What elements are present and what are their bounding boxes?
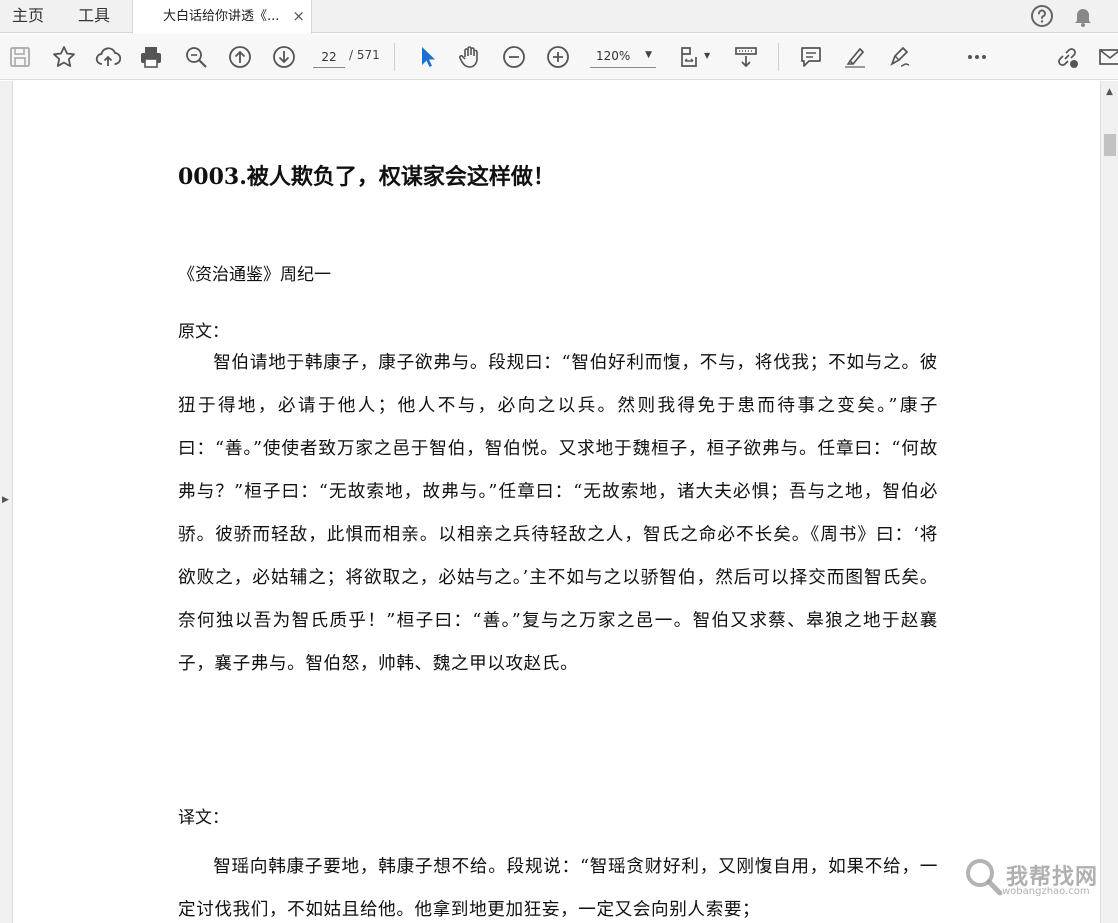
highlighter-icon[interactable] bbox=[842, 44, 868, 70]
document-tab-label: 大白话给你讲透《... bbox=[163, 9, 280, 24]
magnifier-icon[interactable] bbox=[183, 44, 209, 70]
share-link-icon[interactable] bbox=[1054, 44, 1080, 70]
tab-bar: 主页 工具 大白话给你讲透《... × bbox=[0, 0, 1118, 34]
star-icon[interactable] bbox=[51, 44, 77, 70]
chevron-down-icon: ▼ bbox=[645, 50, 652, 60]
more-icon[interactable] bbox=[964, 44, 990, 70]
close-tab-button[interactable]: × bbox=[292, 0, 305, 33]
toolbar-divider bbox=[394, 43, 395, 71]
comment-icon[interactable] bbox=[798, 44, 824, 70]
sign-icon[interactable] bbox=[886, 44, 912, 70]
bell-icon[interactable] bbox=[1071, 4, 1095, 28]
scroll-up-icon[interactable]: ▲ bbox=[1101, 87, 1118, 99]
translation-paragraph: 智瑶向韩康子要地，韩康子想不给。段规说：“智瑶贪财好利，又刚愎自用，如果不给，一… bbox=[178, 857, 938, 920]
toolbar-divider bbox=[778, 43, 779, 71]
cloud-upload-icon[interactable] bbox=[95, 44, 121, 70]
tab-document[interactable]: 大白话给你讲透《... × bbox=[132, 0, 312, 34]
document-page: 0003.被人欺负了，权谋家会这样做！ 《资治通鉴》周纪一 原文： 智伯请地于韩… bbox=[13, 81, 1100, 923]
zoom-value: 120% bbox=[596, 49, 631, 63]
plus-circle-icon[interactable] bbox=[545, 44, 571, 70]
original-text-paragraph: 智伯请地于韩康子，康子欲弗与。段规曰：“智伯好利而愎，不与，将伐我；不如与之。彼… bbox=[178, 353, 938, 674]
mail-icon[interactable] bbox=[1097, 44, 1118, 70]
page-total-label: / 571 bbox=[349, 48, 380, 62]
magnifier-logo-icon bbox=[966, 859, 1003, 896]
zoom-select[interactable]: 120% ▼ bbox=[590, 46, 656, 68]
page-title: 0003.被人欺负了，权谋家会这样做！ bbox=[178, 164, 555, 190]
toolbar: / 571 120% ▼ ▼ bbox=[0, 34, 1118, 80]
help-icon[interactable] bbox=[1030, 4, 1054, 28]
minus-circle-icon[interactable] bbox=[501, 44, 527, 70]
watermark-url: wobangzhao.com bbox=[1002, 886, 1090, 897]
print-icon[interactable] bbox=[138, 44, 164, 70]
watermark-logo: 我帮找网 wobangzhao.com bbox=[962, 853, 1112, 901]
left-panel-rail[interactable]: ▶ bbox=[0, 81, 13, 923]
vertical-scrollbar[interactable]: ▲ bbox=[1100, 81, 1118, 923]
fit-page-icon[interactable] bbox=[677, 44, 703, 70]
arrow-down-circle-icon[interactable] bbox=[271, 44, 297, 70]
hand-icon[interactable] bbox=[457, 44, 483, 70]
scroll-mode-icon[interactable] bbox=[733, 44, 759, 70]
source-line: 《资治通鉴》周纪一 bbox=[178, 265, 331, 285]
tab-tools[interactable]: 工具 bbox=[56, 0, 132, 33]
cursor-icon[interactable] bbox=[414, 44, 440, 70]
original-text-label: 原文： bbox=[178, 322, 229, 342]
translation-label: 译文： bbox=[178, 808, 229, 828]
expand-panel-icon[interactable]: ▶ bbox=[2, 495, 9, 505]
arrow-up-circle-icon[interactable] bbox=[227, 44, 253, 70]
page-number-input[interactable] bbox=[313, 46, 345, 68]
tab-home[interactable]: 主页 bbox=[0, 0, 56, 33]
fit-page-dropdown-icon[interactable]: ▼ bbox=[704, 51, 710, 60]
save-icon[interactable] bbox=[7, 44, 33, 70]
scroll-thumb[interactable] bbox=[1104, 134, 1116, 156]
